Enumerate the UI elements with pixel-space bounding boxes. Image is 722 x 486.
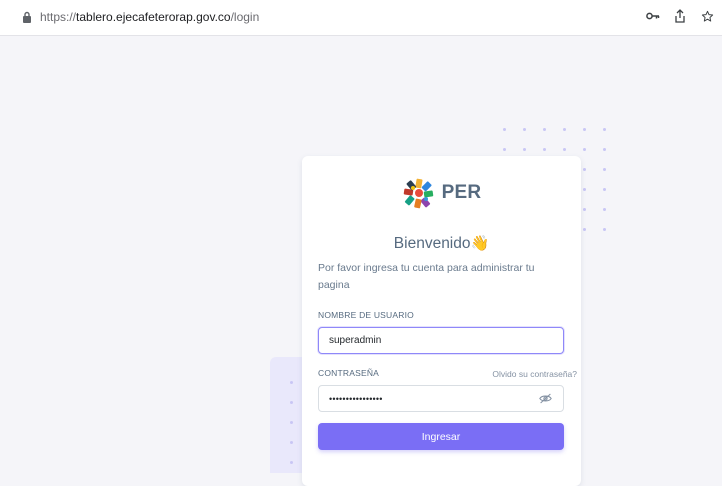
url-scheme: https:// [40,10,77,24]
username-input[interactable]: superadmin [318,327,564,354]
welcome-text: Bienvenido [393,235,471,252]
brand: PER [302,176,581,210]
eye-off-icon[interactable] [539,393,553,405]
login-card: PER Bienvenido👋 Por favor ingresa tu cue… [302,156,581,486]
url-text[interactable]: https://tablero.ejecafeterorap.gov.co/lo… [40,10,259,24]
browser-toolbar: https://tablero.ejecafeterorap.gov.co/lo… [0,0,722,36]
url-host: tablero.ejecafeterorap.gov.co [76,10,231,24]
password-value: •••••••••••••••• [329,393,383,404]
share-icon[interactable] [673,7,687,25]
lock-icon[interactable] [22,11,34,23]
welcome-subtitle: Por favor ingresa tu cuenta para adminis… [318,262,535,291]
waving-hand-icon: 👋 [470,235,490,252]
address-bar[interactable]: https://tablero.ejecafeterorap.gov.co/lo… [22,5,642,29]
login-button[interactable]: Ingresar [318,423,564,450]
password-input[interactable]: •••••••••••••••• [318,385,564,412]
brand-name: PER [441,182,482,203]
key-icon[interactable] [646,7,660,25]
username-value: superadmin [329,335,382,346]
welcome-title: Bienvenido👋 [302,234,581,253]
password-label: CONTRASEÑA [318,368,380,378]
brand-logo-icon [402,176,436,210]
url-path: /login [230,10,260,24]
decorative-dots-left [290,381,293,464]
star-icon[interactable] [700,7,714,25]
username-label: NOMBRE DE USUARIO [318,310,414,320]
forgot-password-link[interactable]: Olvido su contraseña? [492,369,577,379]
